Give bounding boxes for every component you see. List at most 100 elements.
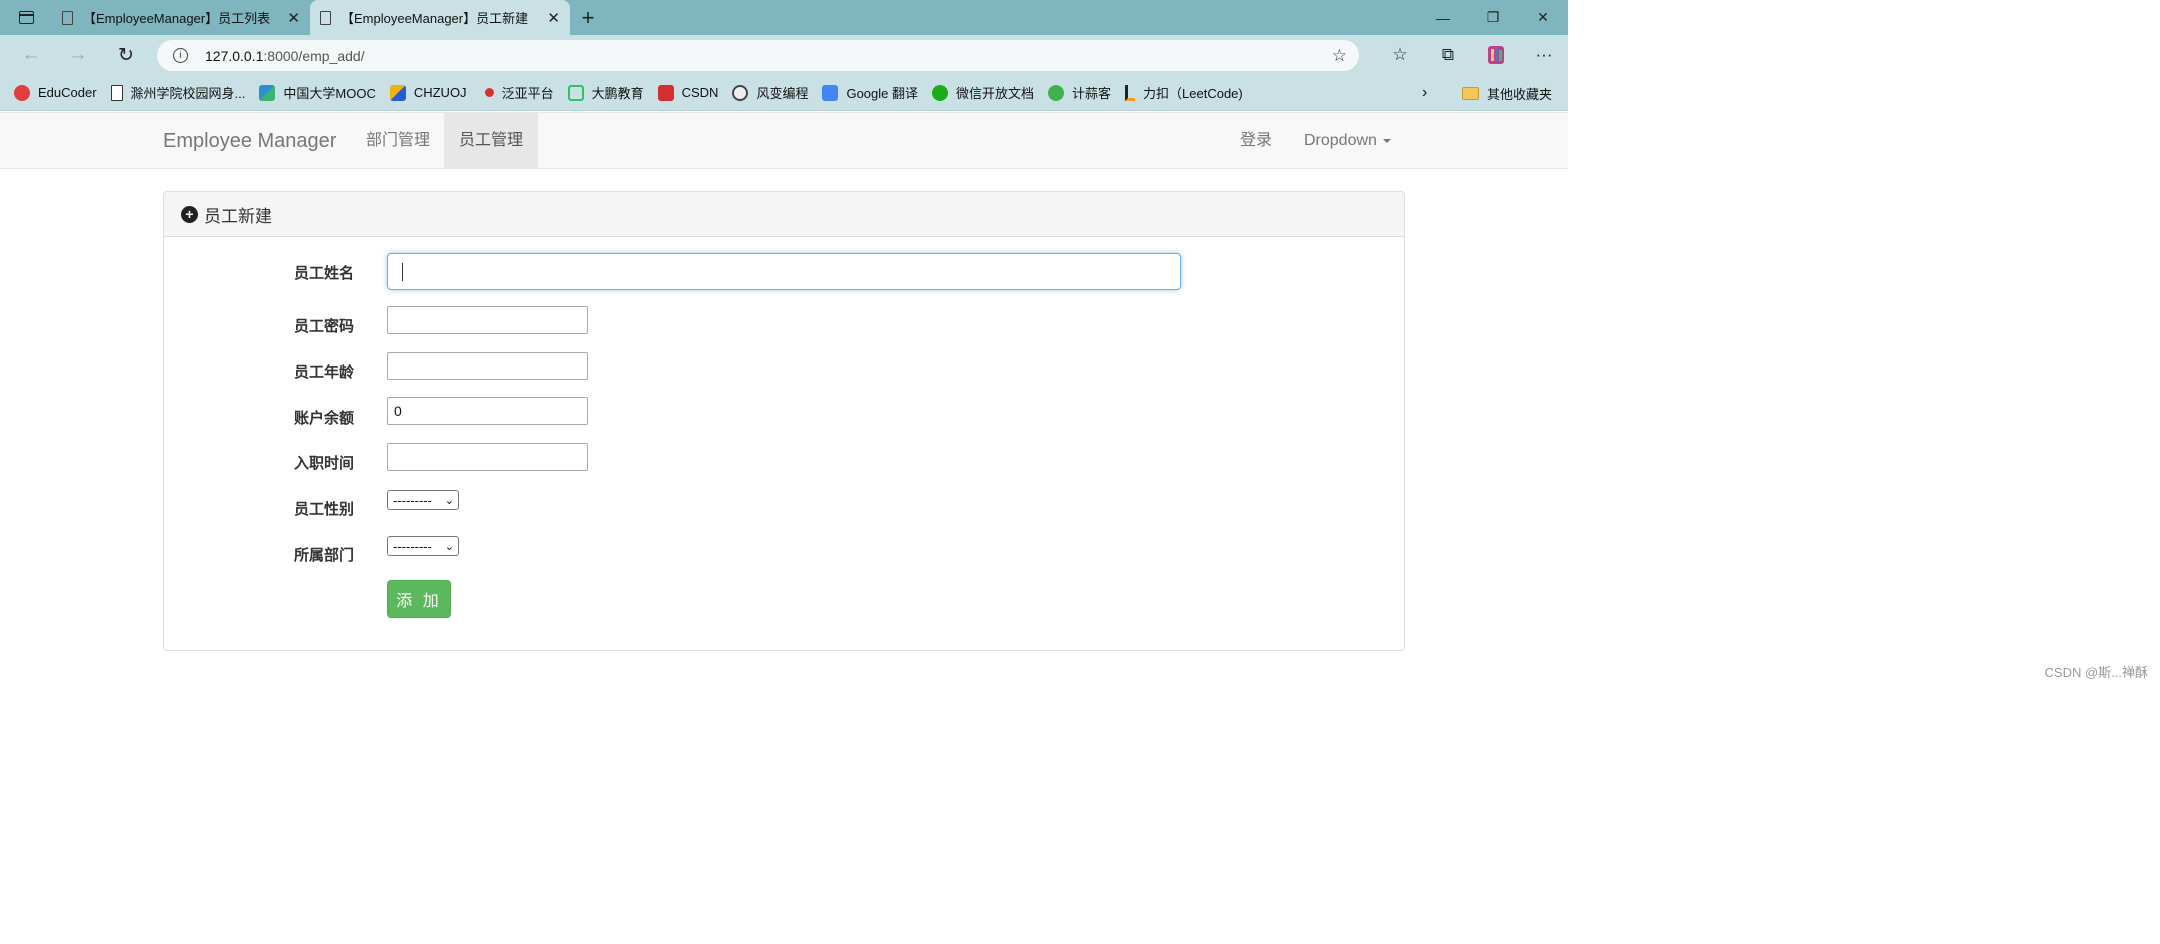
site-navbar: Employee Manager 部门管理 员工管理 登录 Dropdown: [0, 112, 1568, 169]
minimize-icon[interactable]: —: [1418, 0, 1468, 35]
dapeng-icon: [567, 84, 584, 101]
refresh-button[interactable]: ↻: [102, 35, 150, 75]
forward-button[interactable]: →: [54, 35, 102, 75]
mooc-icon: [259, 84, 276, 101]
tab-actions-icon: [18, 11, 34, 24]
bookmark-dapeng[interactable]: 大鹏教育: [567, 83, 644, 102]
google-translate-icon: [822, 84, 839, 101]
bookmark-label: 中国大学MOOC: [283, 86, 376, 101]
nav-dropdown[interactable]: Dropdown: [1289, 113, 1406, 169]
more-menu-icon[interactable]: ···: [1520, 35, 1568, 75]
jisuanke-icon: [1048, 84, 1065, 101]
navbar-brand[interactable]: Employee Manager: [163, 113, 336, 169]
bookmark-label: Google 翻译: [846, 86, 918, 101]
profile-avatar[interactable]: [1472, 35, 1520, 75]
balance-label: 账户余额: [294, 410, 355, 427]
department-label: 所属部门: [294, 547, 355, 564]
bookmark-fengbian[interactable]: 风变编程: [732, 83, 808, 102]
bookmark-label: CHZUOJ: [413, 85, 467, 100]
page-icon: [110, 84, 123, 101]
nav-link-employees[interactable]: 员工管理: [444, 113, 539, 169]
bookmarks-bar: EduCoder 滁州学院校园网身... 中国大学MOOC CHZUOJ 泛亚平…: [0, 75, 1568, 111]
name-label: 员工姓名: [294, 265, 355, 282]
add-employee-button[interactable]: 添 加: [387, 580, 451, 618]
nav-link-departments[interactable]: 部门管理: [351, 113, 445, 169]
close-tab-icon[interactable]: ✕: [547, 9, 560, 27]
bookmark-label: 泛亚平台: [501, 86, 554, 101]
bookmark-csdn[interactable]: CSDN: [657, 84, 719, 101]
dropdown-label: Dropdown: [1304, 132, 1377, 149]
favorites-icon[interactable]: ☆: [1376, 35, 1424, 75]
bookmarks-overflow-icon[interactable]: ›: [1422, 75, 1427, 111]
bookmark-google-translate[interactable]: Google 翻译: [822, 83, 918, 102]
chevron-down-icon: ⌄: [444, 540, 454, 553]
bookmark-mooc[interactable]: 中国大学MOOC: [259, 83, 376, 102]
url-path: :8000/emp_add/: [263, 47, 365, 64]
department-select[interactable]: --------- ⌄: [387, 536, 459, 556]
tab-title: 【EmployeeManager】员工列表: [83, 11, 271, 26]
window-controls: — ❐ ✕: [1418, 0, 1568, 35]
site-info-icon[interactable]: i: [173, 48, 188, 63]
close-window-icon[interactable]: ✕: [1518, 0, 1568, 35]
bookmark-educoder[interactable]: EduCoder: [14, 84, 97, 101]
caret-down-icon: [1382, 138, 1391, 143]
bookmark-jisuanke[interactable]: 计蒜客: [1048, 83, 1111, 102]
restore-icon[interactable]: ❐: [1468, 0, 1518, 35]
bookmark-chuzhou[interactable]: 滁州学院校园网身...: [110, 83, 246, 102]
wechat-icon: [932, 84, 948, 101]
address-bar[interactable]: i 127.0.0.1:8000/emp_add/ ☆: [157, 40, 1359, 71]
back-button[interactable]: ←: [7, 35, 55, 75]
add-favorite-icon[interactable]: ☆: [1332, 46, 1347, 66]
bookmark-label: CSDN: [681, 85, 719, 100]
name-input[interactable]: [387, 253, 1181, 290]
browser-tab-bar: 【EmployeeManager】员工列表 ✕ 【EmployeeManager…: [0, 0, 1568, 35]
fanya-icon: [484, 88, 494, 97]
chevron-down-icon: ⌄: [444, 494, 454, 507]
bookmark-label: 微信开放文档: [956, 86, 1035, 101]
bookmark-label: 力扣（LeetCode): [1143, 86, 1243, 101]
text-cursor: [402, 263, 403, 281]
nav-link-login[interactable]: 登录: [1225, 113, 1287, 169]
bookmark-leetcode[interactable]: 力扣（LeetCode): [1125, 83, 1243, 102]
watermark: CSDN @斯...禅酥: [2044, 665, 2148, 680]
page-icon: [320, 10, 331, 25]
browser-tab-employee-list[interactable]: 【EmployeeManager】员工列表 ✕: [52, 0, 310, 35]
csdn-icon: [657, 84, 674, 101]
age-input[interactable]: [387, 352, 588, 380]
password-input[interactable]: [387, 306, 588, 334]
other-bookmarks-folder[interactable]: 其他收藏夹: [1462, 75, 1552, 111]
employee-create-panel: + 员工新建 员工姓名 员工密码 员工年龄 账户余额 0 入职时间 员工性别 -…: [163, 191, 1405, 651]
age-label: 员工年龄: [294, 364, 355, 381]
bookmark-fanya[interactable]: 泛亚平台: [481, 83, 554, 102]
new-tab-button[interactable]: +: [570, 0, 606, 35]
panda-icon: [732, 84, 749, 101]
bookmark-label: 计蒜客: [1072, 86, 1112, 101]
bookmark-wechat-docs[interactable]: 微信开放文档: [932, 83, 1034, 102]
url-host: 127.0.0.1: [205, 47, 264, 64]
chzuoj-icon: [389, 84, 406, 101]
folder-icon: [1462, 86, 1479, 100]
bookmark-label: EduCoder: [38, 85, 97, 100]
browser-tab-employee-new[interactable]: 【EmployeeManager】员工新建 ✕: [310, 0, 570, 35]
password-label: 员工密码: [294, 318, 355, 335]
panel-heading: + 员工新建: [164, 192, 1404, 237]
gender-selected: ---------: [393, 492, 432, 508]
tab-title: 【EmployeeManager】员工新建: [341, 11, 529, 26]
bookmark-label: 风变编程: [756, 86, 809, 101]
page-icon: [62, 10, 73, 25]
department-selected: ---------: [393, 538, 432, 554]
close-tab-icon[interactable]: ✕: [287, 9, 300, 27]
leetcode-icon: [1125, 84, 1136, 101]
toutiao-icon: [14, 84, 30, 101]
bookmark-label: 大鹏教育: [591, 86, 644, 101]
balance-input[interactable]: 0: [387, 397, 588, 425]
bookmark-chzuoj[interactable]: CHZUOJ: [389, 84, 467, 101]
address-toolbar: ← → ↻ i 127.0.0.1:8000/emp_add/ ☆ ☆ ⧉ ··…: [0, 35, 1568, 75]
collections-icon[interactable]: ⧉: [1424, 35, 1472, 75]
hire-date-input[interactable]: [387, 443, 588, 471]
other-bookmarks-label: 其他收藏夹: [1487, 86, 1553, 102]
bookmark-label: 滁州学院校园网身...: [130, 86, 246, 101]
gender-select[interactable]: --------- ⌄: [387, 490, 459, 510]
browser-tools: ☆ ⧉ ···: [1376, 35, 1568, 75]
tab-actions-button[interactable]: [0, 0, 52, 35]
